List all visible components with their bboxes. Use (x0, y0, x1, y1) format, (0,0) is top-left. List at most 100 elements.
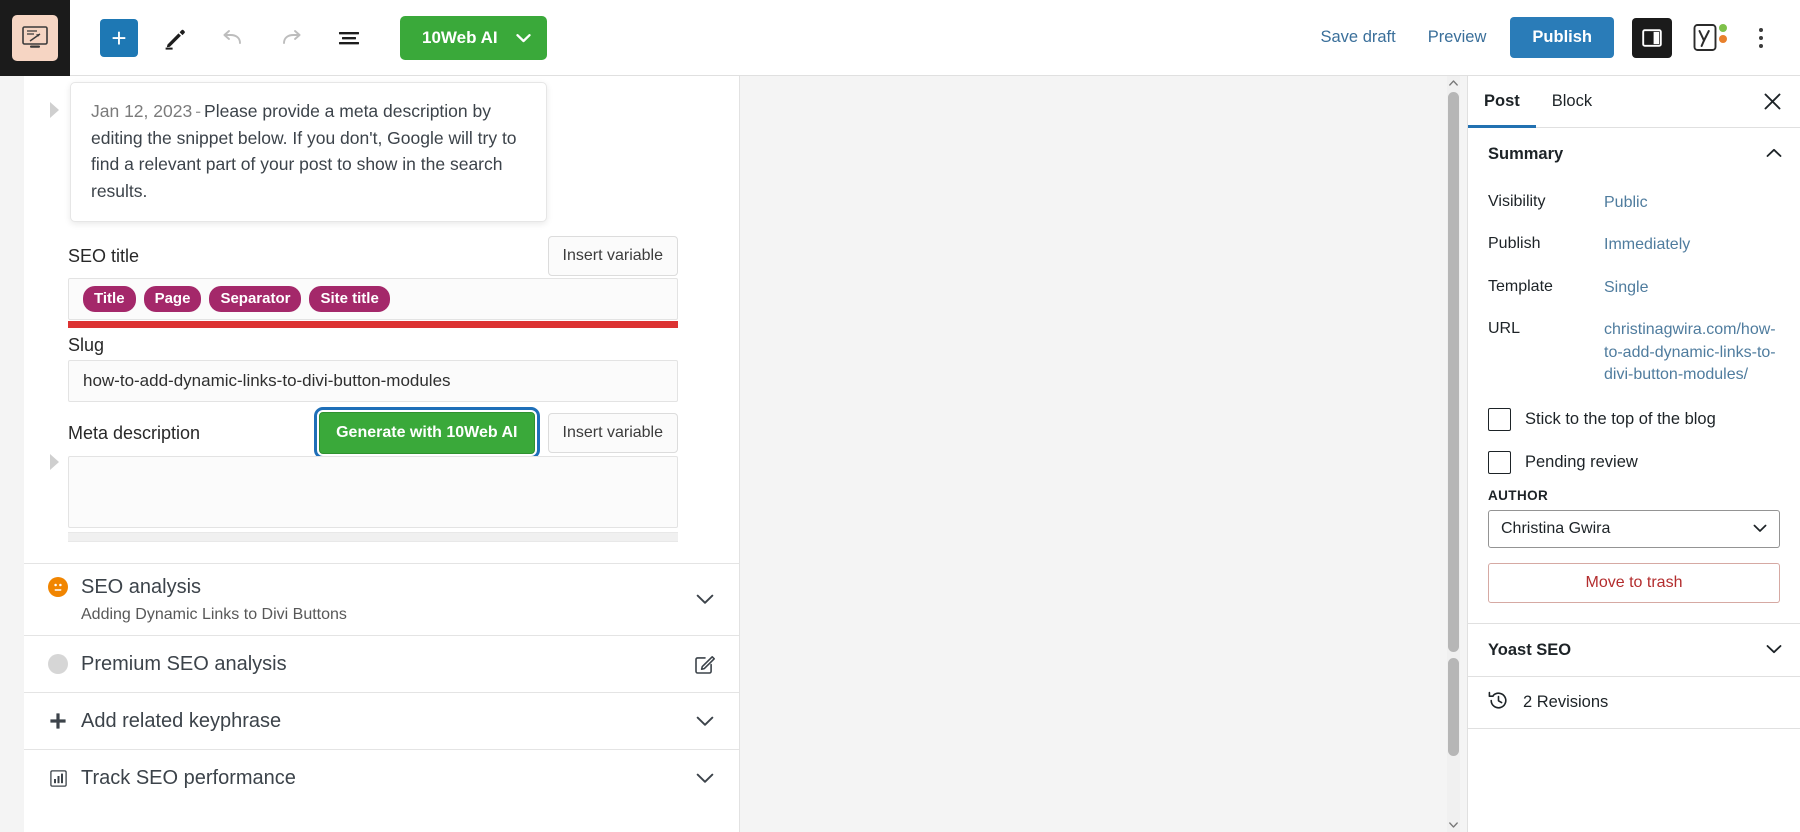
summary-row-publish: Publish Immediately (1468, 234, 1800, 256)
yoast-status-dot-orange (1719, 34, 1727, 43)
slug-value: how-to-add-dynamic-links-to-divi-button-… (83, 371, 451, 390)
edit-pencil-square-icon[interactable] (692, 651, 718, 677)
meta-description-insert-variable-button[interactable]: Insert variable (547, 413, 678, 453)
chevron-down-icon[interactable] (692, 587, 718, 613)
site-icon-button[interactable] (0, 0, 70, 76)
seo-title-insert-variable-button[interactable]: Insert variable (547, 236, 678, 276)
author-select[interactable]: Christina Gwira (1488, 510, 1780, 549)
meta-description-input[interactable] (68, 456, 678, 528)
yoast-status-dot-green (1719, 23, 1727, 32)
snippet-help-callout: Jan 12, 2023- Please provide a meta descr… (70, 82, 547, 223)
clock-revision-icon (1488, 690, 1509, 716)
accordion-track-seo-performance-title: Track SEO performance (81, 766, 296, 789)
visibility-value-button[interactable]: Public (1604, 192, 1780, 214)
accordion-track-seo-performance-content: Track SEO performance (48, 767, 692, 790)
chevron-up-icon[interactable] (1766, 145, 1782, 163)
summary-section-header[interactable]: Summary (1468, 128, 1800, 180)
generate-with-10web-ai-button[interactable]: Generate with 10Web AI (314, 407, 540, 459)
canvas-scroll-thumb-secondary[interactable] (1448, 658, 1459, 756)
sticky-post-checkbox[interactable] (1488, 408, 1511, 432)
redo-button[interactable] (268, 15, 314, 61)
accordion-track-seo-performance[interactable]: Track SEO performance (24, 749, 739, 806)
tenweb-ai-label: 10Web AI (422, 27, 498, 47)
toolbar-right-group: Save draft Preview Publish (1305, 17, 1800, 58)
undo-button[interactable] (210, 15, 256, 61)
accordion-track-seo-performance-head: Track SEO performance (48, 767, 692, 790)
meta-description-header: Meta description Generate with 10Web AI … (68, 407, 678, 459)
editor-body: Jan 12, 2023- Please provide a meta descr… (0, 76, 1800, 832)
chevron-down-icon[interactable] (1766, 641, 1782, 659)
accordion-seo-analysis-head: SEO analysis (48, 576, 692, 599)
tenweb-ai-button[interactable]: 10Web AI (400, 15, 547, 60)
accordion-seo-analysis-content: SEO analysis Adding Dynamic Links to Div… (48, 576, 692, 624)
yoast-seo-section-header[interactable]: Yoast SEO (1468, 624, 1800, 676)
sticky-post-label: Stick to the top of the blog (1525, 410, 1716, 429)
scroll-up-arrow-icon[interactable] (1447, 76, 1460, 90)
editor-toolbar: + 10Web AI Save draft Preview Publish (0, 0, 1800, 76)
close-sidebar-button[interactable] (1750, 80, 1794, 124)
orange-neutral-face-icon (48, 577, 68, 597)
canvas-scroll-thumb[interactable] (1448, 92, 1459, 652)
variable-pill-page[interactable]: Page (143, 285, 202, 313)
settings-sidebar-toggle-button[interactable] (1632, 17, 1672, 58)
grey-circle-icon (48, 654, 68, 674)
template-value-button[interactable]: Single (1604, 277, 1780, 299)
author-label: AUTHOR (1488, 488, 1549, 504)
accordion-seo-analysis[interactable]: SEO analysis Adding Dynamic Links to Div… (24, 563, 739, 635)
preview-button[interactable]: Preview (1412, 20, 1503, 55)
chevron-down-icon[interactable] (692, 765, 718, 791)
template-label: Template (1488, 277, 1553, 295)
summary-section-title: Summary (1488, 144, 1564, 163)
accordion-premium-seo-analysis[interactable]: Premium SEO analysis (24, 635, 739, 692)
settings-panel-icon (1642, 28, 1662, 47)
pending-review-checkbox[interactable] (1488, 451, 1511, 475)
publish-label: Publish (1488, 235, 1541, 253)
yoast-logo-icon (1693, 23, 1717, 51)
canvas-scrollbar[interactable] (1447, 76, 1460, 832)
publish-value-button[interactable]: Immediately (1604, 234, 1780, 256)
move-to-trash-button[interactable]: Move to trash (1488, 563, 1780, 604)
visibility-label: Visibility (1488, 193, 1546, 210)
seo-title-input[interactable]: Title Page Separator Site title (68, 278, 678, 320)
panel-collapse-arrow-top[interactable] (50, 102, 59, 118)
save-draft-button[interactable]: Save draft (1305, 20, 1412, 55)
accordion-add-related-keyphrase-content: Add related keyphrase (48, 710, 692, 733)
variable-pill-site-title[interactable]: Site title (309, 285, 390, 313)
revisions-row[interactable]: 2 Revisions (1468, 676, 1800, 728)
slug-input[interactable]: how-to-add-dynamic-links-to-divi-button-… (68, 360, 678, 402)
publish-button[interactable]: Publish (1510, 17, 1614, 58)
variable-pill-separator[interactable]: Separator (209, 285, 302, 313)
yoast-status-dots (1719, 23, 1727, 43)
accordion-add-related-keyphrase-head: Add related keyphrase (48, 710, 692, 733)
chevron-down-icon[interactable] (692, 708, 718, 734)
plus-icon: + (111, 22, 127, 53)
close-x-icon (1764, 93, 1780, 110)
seo-title-header: SEO title Insert variable (68, 236, 678, 276)
tab-block[interactable]: Block (1536, 76, 1608, 128)
variable-pill-title[interactable]: Title (83, 285, 136, 313)
post-settings-sidebar: Post Block Summary Visibility Public Pub… (1467, 76, 1800, 832)
snippet-horizontal-scrollbar[interactable] (68, 532, 678, 542)
summary-row-url: URL christinagwira.com/how-to-add-dynami… (1468, 319, 1800, 386)
summary-spacer (1468, 180, 1800, 192)
accordion-add-related-keyphrase[interactable]: Add related keyphrase (24, 692, 739, 749)
accordion-premium-seo-analysis-content: Premium SEO analysis (48, 653, 692, 676)
panel-collapse-arrow-mid[interactable] (50, 454, 59, 470)
author-value: Christina Gwira (1501, 520, 1611, 538)
redo-arrow-icon (283, 29, 301, 44)
tools-button[interactable] (152, 15, 198, 61)
add-block-button[interactable]: + (100, 18, 138, 57)
undo-arrow-icon (223, 29, 241, 44)
chevron-down-icon (1753, 520, 1767, 538)
checkbox-row-sticky[interactable]: Stick to the top of the blog (1468, 408, 1800, 432)
snippet-date: Jan 12, 2023 (91, 101, 193, 121)
kebab-menu-icon (1759, 27, 1763, 32)
toolbar-left-group: + 10Web AI (70, 15, 547, 61)
list-view-button[interactable] (326, 15, 372, 61)
more-options-button[interactable] (1744, 18, 1778, 58)
scroll-down-arrow-icon[interactable] (1447, 818, 1460, 832)
url-value-link[interactable]: christinagwira.com/how-to-add-dynamic-li… (1604, 319, 1780, 386)
yoast-sidebar-button[interactable] (1686, 18, 1728, 58)
tab-post[interactable]: Post (1468, 76, 1536, 128)
checkbox-row-pending-review[interactable]: Pending review (1468, 451, 1800, 475)
